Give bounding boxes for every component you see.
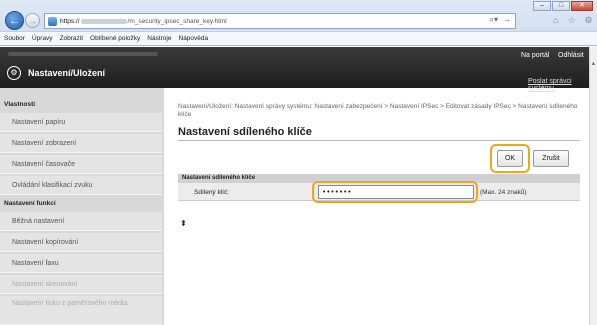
sidebar: Vlastnosti Nastavení papíru Nastavení zo… (0, 88, 164, 325)
arrow-right-icon: → (28, 15, 37, 26)
address-path: /m_security_ipsec_share_key.html (127, 17, 227, 25)
sidebar-item-fax[interactable]: Nastavení faxu (0, 254, 162, 273)
vertical-scrollbar[interactable]: ▲ (589, 47, 597, 325)
page-top-icon[interactable]: ⇞ (180, 219, 187, 228)
back-button[interactable]: ← (5, 11, 24, 30)
menu-favorites[interactable]: Oblíbené položky (90, 35, 140, 42)
menu-bar: Soubor Úpravy Zobrazit Oblíbené položky … (0, 31, 597, 45)
close-window-button[interactable]: ✕ (571, 1, 593, 11)
maximize-button[interactable]: □ (552, 1, 570, 11)
address-bar[interactable]: https:// /m_security_ipsec_share_key.htm… (44, 13, 516, 29)
ok-button[interactable]: OK (497, 150, 523, 167)
forward-button[interactable]: → (25, 13, 40, 28)
address-prefix: https:// (60, 17, 80, 25)
send-admin-link[interactable]: Poslat správci systému (528, 78, 589, 92)
cancel-button[interactable]: Zrušit (533, 150, 569, 167)
address-host-redacted (80, 18, 127, 24)
settings-logo-icon: ⚙ (7, 66, 21, 80)
page-favicon-icon (48, 16, 57, 26)
sidebar-item-display[interactable]: Nastavení zobrazení (0, 134, 162, 153)
page-title: Nastavení sdíleného klíče (178, 126, 312, 138)
sidebar-item-media-print[interactable]: Nastavení tisku z paměťového média (0, 296, 162, 325)
favorites-star-icon[interactable]: ☆ (567, 15, 575, 26)
browser-chrome: – □ ✕ ← → https:// /m_security_ipsec_sha… (0, 0, 597, 46)
shared-key-label: Sdílený klíč: (194, 189, 230, 196)
address-bar-icons: ⌕▾ → (490, 15, 512, 25)
arrow-left-icon: ← (9, 14, 20, 27)
menu-edit[interactable]: Úpravy (32, 35, 53, 42)
scroll-up-icon[interactable]: ▲ (590, 61, 597, 67)
sidebar-item-sound[interactable]: Ovládání klasifikací zvuku (0, 176, 162, 195)
title-divider (178, 140, 580, 141)
page-header: ⚙ Nastavení/Uložení Na portál Odhlásit P… (0, 47, 589, 92)
tools-gear-icon[interactable]: ⚙ (585, 15, 593, 26)
sidebar-item-scan[interactable]: Nastavení skenování (0, 275, 162, 294)
refresh-icon[interactable]: → (503, 15, 511, 25)
shared-key-input[interactable]: ••••••• (318, 185, 474, 199)
menu-tools[interactable]: Nástroje (147, 35, 171, 42)
sidebar-item-paper[interactable]: Nastavení papíru (0, 113, 162, 132)
search-icon[interactable]: ⌕▾ (490, 15, 499, 25)
menu-file[interactable]: Soubor (4, 35, 25, 42)
sidebar-item-common[interactable]: Běžná nastavení (0, 212, 162, 231)
device-info-redacted (8, 52, 158, 56)
logout-link[interactable]: Odhlásit (558, 52, 584, 59)
window-controls: – □ ✕ (533, 1, 593, 11)
minimize-button[interactable]: – (533, 1, 551, 11)
toolbar-icons: ⌂ ☆ ⚙ (553, 15, 593, 26)
sidebar-item-timer[interactable]: Nastavení časovače (0, 155, 162, 174)
breadcrumb: Nastavení/Uložení: Nastavení správy syst… (178, 103, 578, 118)
sidebar-item-copy[interactable]: Nastavení kopírování (0, 233, 162, 252)
header-title: Nastavení/Uložení (28, 68, 106, 78)
menu-help[interactable]: Nápověda (179, 35, 209, 42)
sidebar-section-functions: Nastavení funkcí (4, 200, 56, 207)
sidebar-section-properties: Vlastnosti (4, 101, 36, 108)
home-icon[interactable]: ⌂ (553, 15, 558, 26)
portal-link[interactable]: Na portál (521, 52, 549, 59)
menu-view[interactable]: Zobrazit (60, 35, 83, 42)
max-length-note: (Max. 24 znaků) (480, 189, 527, 196)
